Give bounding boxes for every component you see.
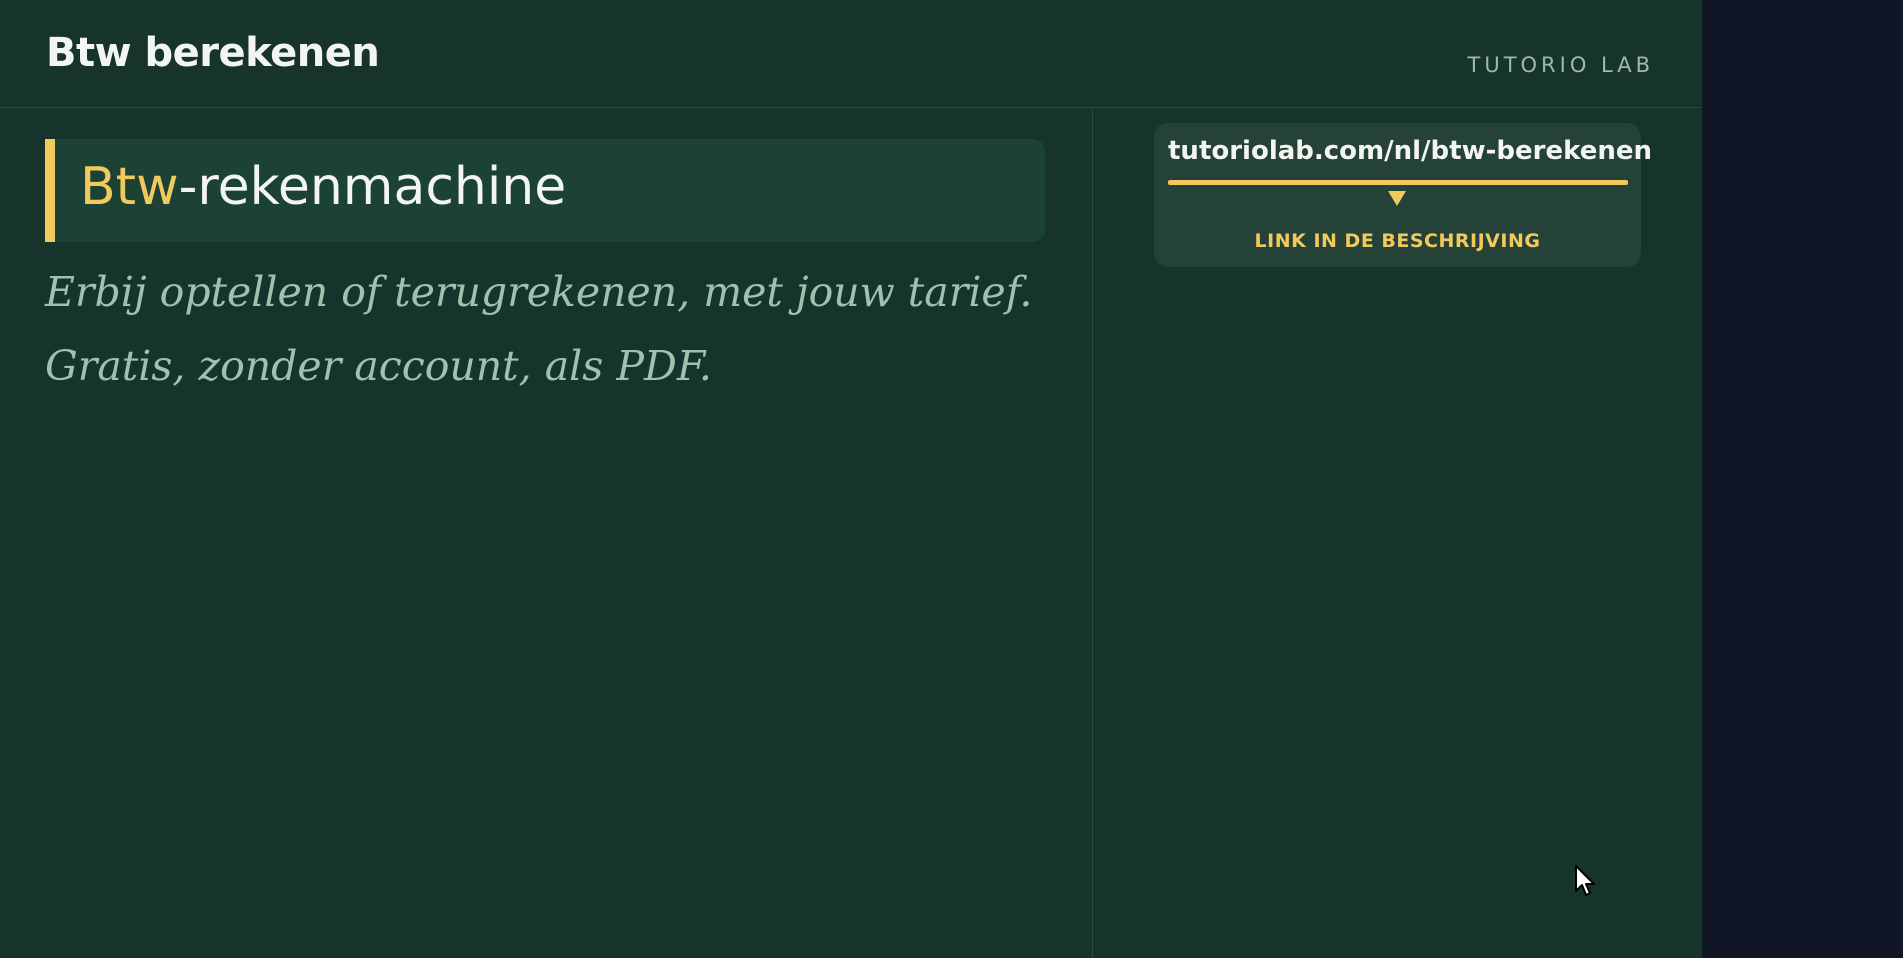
hero-subtitle-line-2: Gratis, zonder account, als PDF. <box>45 342 712 390</box>
link-url[interactable]: tutoriolab.com/nl/btw-berekenen <box>1168 136 1652 166</box>
brand-label: TUTORIO LAB <box>1467 53 1654 77</box>
app-frame: Btw berekenen TUTORIO LAB Btw-rekenmachi… <box>0 0 1702 958</box>
column-divider <box>1092 108 1093 958</box>
hero-title: Btw-rekenmachine <box>80 157 566 217</box>
mouse-pointer-icon <box>1575 865 1595 896</box>
arrow-down-icon <box>1388 191 1406 206</box>
link-underline <box>1168 180 1628 185</box>
hero-title-card: Btw-rekenmachine <box>45 139 1045 242</box>
hero-title-accent: Btw <box>80 157 179 217</box>
hero-subtitle-line-1: Erbij optellen of terugrekenen, met jouw… <box>45 268 1033 316</box>
side-strip <box>1702 0 1903 958</box>
link-card: tutoriolab.com/nl/btw-berekenen LINK IN … <box>1154 123 1652 267</box>
header: Btw berekenen TUTORIO LAB <box>0 0 1702 108</box>
link-caption: LINK IN DE BESCHRIJVING <box>1254 230 1541 252</box>
hero-title-rest: -rekenmachine <box>178 157 567 217</box>
app-title: Btw berekenen <box>46 30 380 76</box>
